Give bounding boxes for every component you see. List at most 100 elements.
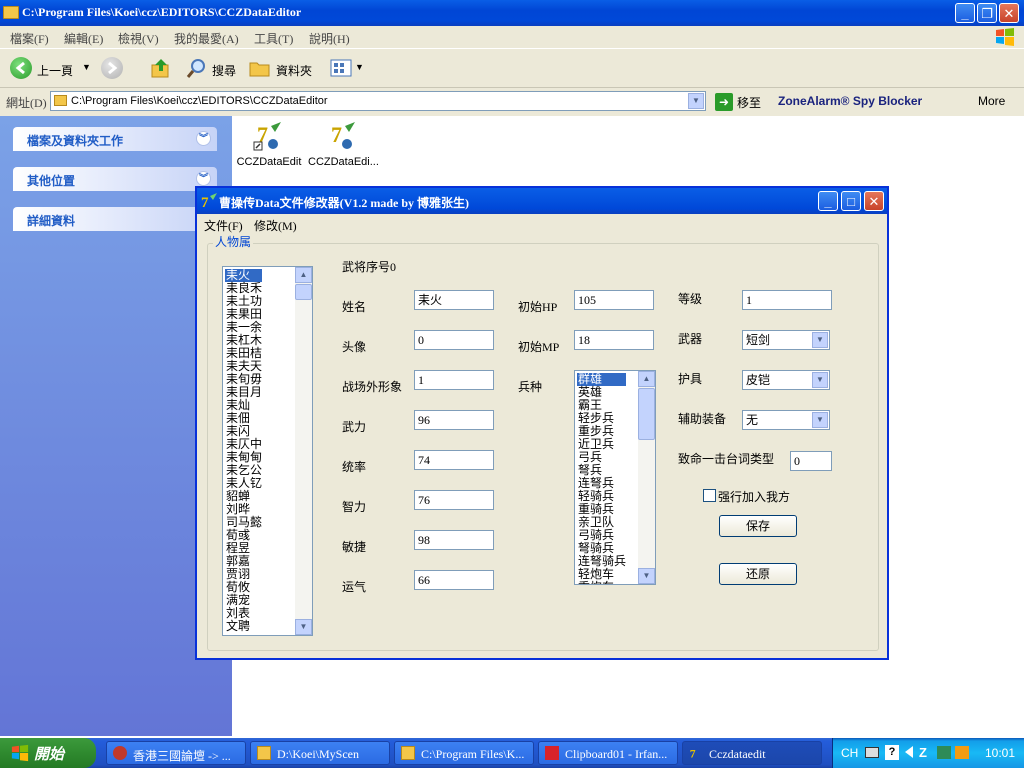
menu-favorites[interactable]: 我的最愛(A) (174, 30, 239, 47)
language-indicator[interactable]: CH (841, 746, 858, 760)
views-icon[interactable] (330, 59, 352, 77)
security-icon[interactable] (955, 746, 969, 759)
task-myscen[interactable]: D:\Koei\MyScen (250, 741, 390, 765)
chevron-down-icon[interactable]: ︾ (196, 171, 211, 186)
restore-button[interactable]: 还原 (719, 563, 797, 585)
file-shortcut[interactable]: 7 CCZDataEdit (234, 120, 304, 168)
agility-label: 敏捷 (342, 540, 367, 554)
critical-line-input[interactable]: 0 (790, 451, 832, 471)
search-button[interactable]: 搜尋 (212, 62, 236, 79)
chevron-down-icon[interactable]: ▼ (812, 412, 828, 428)
weapon-select[interactable]: 短剑 ▼ (742, 330, 830, 350)
menu-help[interactable]: 說明(H) (309, 30, 350, 47)
save-button[interactable]: 保存 (719, 515, 797, 537)
command-input[interactable]: 74 (414, 450, 494, 470)
task-ccz-editor[interactable]: 7 Cczdataedit (682, 741, 822, 765)
character-list-item[interactable]: 文聘 (225, 620, 262, 633)
task-irfanview[interactable]: Clipboard01 - Irfan... (538, 741, 678, 765)
weapon-label: 武器 (678, 332, 703, 346)
agility-input[interactable]: 98 (414, 530, 494, 550)
menu-edit[interactable]: 編輯(E) (64, 30, 103, 47)
panel-title: 詳細資料 (27, 214, 76, 228)
address-label: 網址(D) (6, 96, 47, 110)
chevron-down-icon[interactable]: ▼ (812, 372, 828, 388)
menu-file[interactable]: 檔案(F) (10, 30, 49, 47)
battle-image-input[interactable]: 1 (414, 370, 494, 390)
forward-arrow-icon[interactable] (101, 57, 123, 79)
file-label: CCZDataEdi... (308, 156, 379, 168)
accessory-select[interactable]: 无 ▼ (742, 410, 830, 430)
address-value: C:\Program Files\Koei\ccz\EDITORS\CCZDat… (71, 95, 328, 107)
explorer-title-bar[interactable]: C:\Program Files\Koei\ccz\EDITORS\CCZDat… (0, 0, 1024, 26)
dialog-title: 曹操传Data文件修改器(V1.2 made by 博雅张生) (219, 196, 469, 210)
menu-view[interactable]: 檢視(V) (118, 30, 159, 47)
scroll-thumb[interactable] (638, 388, 655, 440)
scroll-thumb[interactable] (295, 284, 312, 300)
armor-select[interactable]: 皮铠 ▼ (742, 370, 830, 390)
minimize-button[interactable]: _ (955, 3, 975, 23)
svg-text:7: 7 (331, 122, 342, 147)
hp-input[interactable]: 105 (574, 290, 654, 310)
maximize-button[interactable]: ❐ (977, 3, 997, 23)
level-input[interactable]: 1 (742, 290, 832, 310)
more-button[interactable]: More (978, 94, 1005, 108)
chevron-down-icon[interactable]: ︾ (196, 131, 211, 146)
luck-input[interactable]: 66 (414, 570, 494, 590)
force-join-checkbox[interactable] (703, 489, 716, 502)
folders-button[interactable]: 資料夾 (276, 62, 312, 79)
back-button[interactable]: 上一頁 (37, 62, 73, 79)
keyboard-icon[interactable] (865, 747, 879, 758)
other-places-panel[interactable]: 其他位置 ︾ (13, 167, 217, 191)
folders-icon[interactable] (249, 58, 271, 78)
weapon-value: 短剑 (746, 333, 771, 347)
close-button[interactable]: ✕ (999, 3, 1019, 23)
go-button[interactable]: 移至 (737, 94, 761, 111)
scroll-down-icon[interactable]: ▼ (295, 619, 312, 635)
accessory-label: 辅助装备 (678, 412, 727, 426)
maximize-button[interactable]: □ (841, 191, 861, 211)
menu-file[interactable]: 文件(F) (204, 217, 243, 234)
back-dropdown-icon[interactable]: ▼ (82, 62, 91, 72)
scroll-down-icon[interactable]: ▼ (638, 568, 655, 584)
force-label: 武力 (342, 420, 367, 434)
dialog-title-bar[interactable]: 7 曹操传Data文件修改器(V1.2 made by 博雅张生) _ □ ✕ (197, 188, 887, 214)
unit-type-list-item[interactable]: 重炮车 (577, 581, 626, 585)
start-button[interactable]: 開始 (0, 738, 96, 768)
up-folder-icon[interactable] (150, 57, 172, 79)
zonealarm-icon[interactable]: Z (919, 745, 933, 760)
task-label: 香港三國論壇 -> ... (133, 749, 231, 763)
tray-expand-icon[interactable] (905, 746, 913, 758)
unit-type-list[interactable]: 群雄 英雄 霸王 轻步兵 重步兵 近卫兵 弓兵 弩兵 连弩兵 轻骑兵 重骑兵 亲卫队 弓骑兵 弩骑兵 连弩骑… (574, 370, 656, 585)
address-dropdown-icon[interactable]: ▼ (688, 93, 704, 109)
character-list-scrollbar[interactable]: ▲ ▼ (295, 267, 312, 635)
name-input[interactable]: 耒火 (414, 290, 494, 310)
scroll-up-icon[interactable]: ▲ (295, 267, 312, 283)
network-icon[interactable] (937, 746, 951, 759)
intelligence-input[interactable]: 76 (414, 490, 494, 510)
menu-modify[interactable]: 修改(M) (254, 217, 297, 234)
search-icon[interactable] (186, 57, 208, 79)
force-input[interactable]: 96 (414, 410, 494, 430)
irfanview-icon (545, 746, 559, 760)
character-list[interactable]: 耒火 耒良禾 耒土功 耒果田 耒一余 耒杠木 耒田桔 耒夫天 耒旬毋 耒目月 耒灿 耒佃 耒闪 耒仄中 耒甸… (222, 266, 313, 636)
back-arrow-icon[interactable] (10, 57, 32, 79)
address-input[interactable]: C:\Program Files\Koei\ccz\EDITORS\CCZDat… (50, 91, 706, 111)
file-exe[interactable]: 7 CCZDataEdi... (308, 120, 379, 168)
task-forum[interactable]: 香港三國論壇 -> ... (106, 741, 246, 765)
zonealarm-toolbar[interactable]: ZoneAlarm® Spy Blocker (778, 94, 922, 108)
views-dropdown-icon[interactable]: ▼ (355, 62, 364, 72)
chevron-down-icon[interactable]: ▼ (812, 332, 828, 348)
go-arrow-icon[interactable]: ➜ (715, 93, 733, 111)
minimize-button[interactable]: _ (818, 191, 838, 211)
task-program-files[interactable]: C:\Program Files\K... (394, 741, 534, 765)
folder-icon (257, 746, 271, 760)
unit-list-scrollbar[interactable]: ▲ ▼ (638, 371, 655, 584)
menu-tools[interactable]: 工具(T) (254, 30, 293, 47)
scroll-up-icon[interactable]: ▲ (638, 371, 655, 387)
portrait-input[interactable]: 0 (414, 330, 494, 350)
file-folder-tasks-panel[interactable]: 檔案及資料夾工作 ︾ (13, 127, 217, 151)
mp-input[interactable]: 18 (574, 330, 654, 350)
close-button[interactable]: ✕ (864, 191, 884, 211)
details-panel[interactable]: 詳細資料 (13, 207, 217, 231)
help-icon[interactable]: ? (885, 745, 899, 760)
